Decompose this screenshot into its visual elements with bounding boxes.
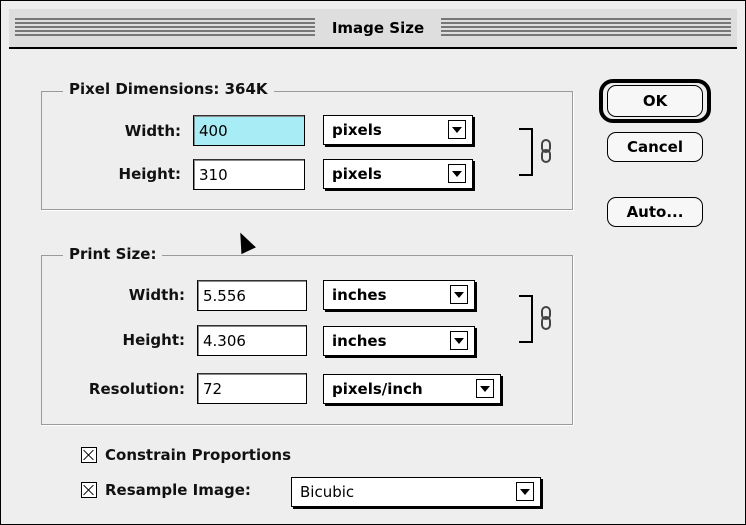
chevron-down-icon <box>450 331 468 350</box>
print-height-unit-select[interactable]: inches <box>323 326 475 356</box>
chevron-down-icon <box>450 285 468 304</box>
chevron-down-icon <box>516 482 534 501</box>
window-title: Image Size <box>315 9 441 47</box>
mouse-cursor-icon <box>233 229 256 255</box>
pixel-dimensions-group <box>41 91 573 210</box>
resolution-unit-select[interactable]: pixels/inch <box>323 374 501 404</box>
print-width-unit-select[interactable]: inches <box>323 280 475 310</box>
print-height-label: Height: <box>122 331 185 349</box>
ok-button[interactable]: OK <box>607 85 703 117</box>
pixel-height-unit-label: pixels <box>332 165 382 183</box>
chevron-down-icon <box>448 164 466 183</box>
resample-method-label: Bicubic <box>300 483 355 501</box>
resolution-unit-label: pixels/inch <box>332 380 423 398</box>
pixel-height-input[interactable] <box>193 159 305 190</box>
cancel-button[interactable]: Cancel <box>607 132 703 162</box>
print-height-input[interactable] <box>197 325 307 356</box>
title-stripes-right <box>441 18 731 38</box>
print-width-label: Width: <box>128 286 185 304</box>
constrain-proportions-label: Constrain Proportions <box>105 446 292 464</box>
pixel-height-label: Height: <box>118 165 181 183</box>
chain-link-icon <box>541 139 553 163</box>
pixel-width-label: Width: <box>124 122 181 140</box>
auto-button[interactable]: Auto... <box>607 197 703 227</box>
resample-image-label: Resample Image: <box>105 481 251 499</box>
chain-link-icon <box>541 306 553 330</box>
chevron-down-icon <box>476 379 494 398</box>
resample-method-select[interactable]: Bicubic <box>291 477 541 507</box>
print-size-title: Print Size: <box>63 244 163 264</box>
image-size-dialog: Image Size Pixel Dimensions: 364K Width:… <box>0 0 746 525</box>
chevron-down-icon <box>448 120 466 139</box>
resolution-label: Resolution: <box>88 380 185 398</box>
resolution-input[interactable] <box>197 373 307 404</box>
pixel-constrain-bracket <box>519 128 533 176</box>
pixel-dimensions-title: Pixel Dimensions: 364K <box>63 79 274 99</box>
print-width-input[interactable] <box>197 280 307 311</box>
title-bar[interactable]: Image Size <box>9 9 737 49</box>
print-width-unit-label: inches <box>332 286 387 304</box>
print-height-unit-label: inches <box>332 332 387 350</box>
pixel-width-unit-label: pixels <box>332 121 382 139</box>
pixel-width-unit-select[interactable]: pixels <box>323 115 473 145</box>
pixel-height-unit-select[interactable]: pixels <box>323 159 473 189</box>
pixel-width-input[interactable] <box>193 115 305 146</box>
title-stripes-left <box>15 18 315 38</box>
constrain-proportions-checkbox[interactable] <box>81 447 97 463</box>
resample-image-checkbox[interactable] <box>81 482 97 498</box>
print-constrain-bracket <box>519 295 533 343</box>
